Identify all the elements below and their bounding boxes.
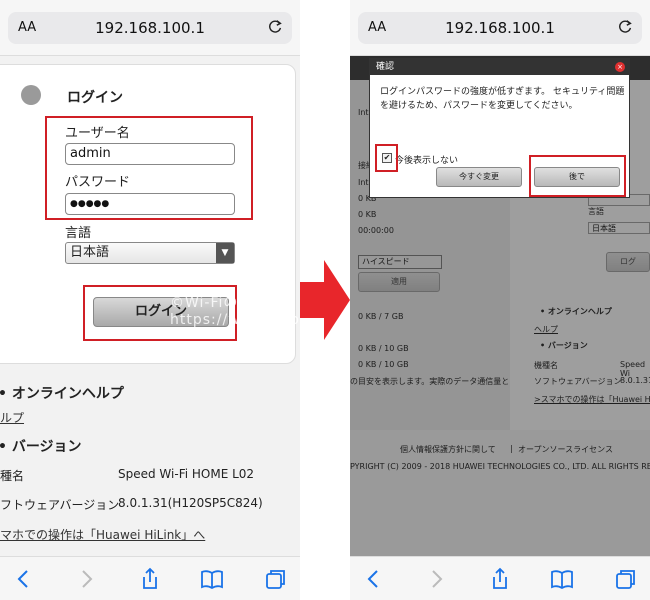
back-icon[interactable]	[362, 567, 386, 591]
safari-toolbar	[350, 556, 650, 600]
dialog-message: ログインパスワードの強度が低すぎます。 セキュリティ問題を避けるため、パスワード…	[380, 87, 625, 111]
dialog-title: 確認	[370, 59, 629, 75]
background-page: Int 接続 Inte 0 KB 0 KB 00:00:00 ハイスピード 適用…	[350, 56, 650, 556]
forward-icon[interactable]	[74, 567, 98, 591]
change-now-button[interactable]: 今すぐ変更	[436, 167, 522, 187]
online-help-label: オンラインヘルプ	[11, 386, 124, 402]
tabs-icon[interactable]	[264, 567, 288, 591]
dont-show-again-label: 今後表示しない	[395, 156, 459, 166]
url-text[interactable]: 192.168.100.1	[8, 19, 292, 37]
help-link[interactable]: ルプ	[0, 409, 24, 426]
url-text[interactable]: 192.168.100.1	[358, 19, 642, 37]
share-icon[interactable]	[488, 567, 512, 591]
language-label: 言語	[65, 226, 92, 241]
model-label: 種名	[0, 469, 25, 483]
tabs-icon[interactable]	[614, 567, 638, 591]
version-label: バージョン	[11, 439, 82, 455]
reload-icon[interactable]	[266, 18, 284, 36]
safari-toolbar	[0, 556, 300, 600]
right-screenshot: AA 192.168.100.1 Int 接続 Inte 0 KB 0 KB 0…	[350, 0, 650, 600]
left-screenshot: AA 192.168.100.1 ログイン ユーザー名 admin パスワード …	[0, 0, 300, 600]
online-help-heading: • オンラインヘルプ	[0, 383, 124, 403]
watermark: ©Wi-Fiの森 https://wifinomori.com	[170, 295, 300, 328]
later-button[interactable]: 後で	[534, 167, 620, 187]
back-icon[interactable]	[12, 567, 36, 591]
safari-address-area: AA 192.168.100.1	[350, 0, 650, 56]
chevron-down-icon: ▼	[216, 243, 234, 263]
software-version-value: 8.0.1.31(H120SP5C824)	[118, 496, 263, 510]
transition-arrow-icon	[300, 260, 350, 340]
close-icon[interactable]: ×	[615, 62, 625, 72]
login-heading: ログイン	[67, 90, 123, 106]
hilink-link[interactable]: マホでの操作は「Huawei HiLink」へ	[0, 526, 205, 543]
version-heading: • バージョン	[0, 436, 82, 456]
safari-address-area: AA 192.168.100.1	[0, 0, 300, 56]
language-select-value: 日本語	[70, 245, 110, 260]
model-value: Speed Wi-Fi HOME L02	[118, 467, 255, 481]
confirm-dialog: 確認 × ログインパスワードの強度が低すぎます。 セキュリティ問題を避けるため、…	[369, 58, 630, 198]
language-select[interactable]: 日本語 ▼	[65, 242, 235, 264]
highlight-checkbox	[375, 144, 398, 172]
bookmarks-icon[interactable]	[550, 567, 574, 591]
highlight-credentials	[45, 116, 253, 220]
reload-icon[interactable]	[616, 18, 634, 36]
forward-icon[interactable]	[424, 567, 448, 591]
url-bar[interactable]: AA 192.168.100.1	[358, 12, 642, 44]
bookmarks-icon[interactable]	[200, 567, 224, 591]
share-icon[interactable]	[138, 567, 162, 591]
software-version-label: フトウェアバージョン	[0, 498, 120, 512]
url-bar[interactable]: AA 192.168.100.1	[8, 12, 292, 44]
user-icon	[21, 85, 41, 105]
